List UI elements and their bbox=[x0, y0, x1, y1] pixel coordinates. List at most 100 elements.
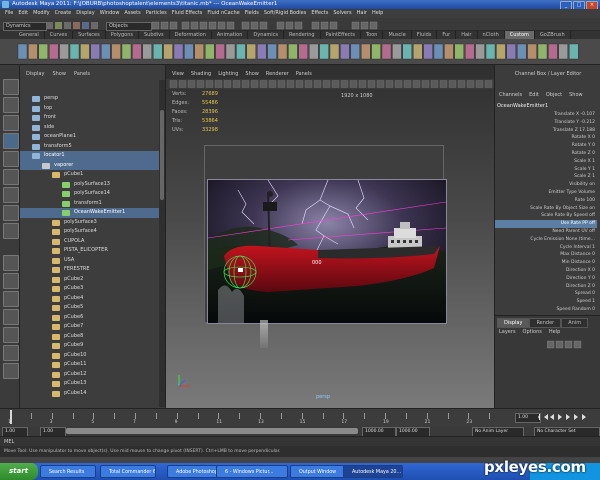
viewport-tool-icon[interactable] bbox=[313, 80, 322, 88]
channel-attribute[interactable]: Scale Rate By Object Size on bbox=[495, 205, 597, 213]
shelf-tab-polygons[interactable]: Polygons bbox=[106, 31, 139, 39]
shelf-tab-muscle[interactable]: Muscle bbox=[383, 31, 412, 39]
outliner-item[interactable]: pCube8 bbox=[20, 332, 160, 342]
manipulator-tool-icon[interactable] bbox=[3, 187, 19, 203]
viewport-tool-icon[interactable] bbox=[286, 80, 295, 88]
time-slider[interactable]: 1357911131517192123 1.00 bbox=[0, 408, 600, 426]
command-line[interactable]: MEL bbox=[0, 436, 600, 446]
channel-attribute[interactable]: Rotate Z 0 bbox=[495, 150, 597, 158]
shelf-tool-icon[interactable] bbox=[49, 43, 59, 60]
menu-display[interactable]: Display bbox=[76, 9, 94, 18]
layout-single-icon[interactable] bbox=[3, 255, 19, 271]
channel-attribute[interactable]: Scale Rate By Speed off bbox=[495, 212, 597, 220]
selection-mode-field[interactable]: Objects bbox=[106, 22, 152, 31]
viewport-menu-shading[interactable]: Shading bbox=[191, 70, 211, 79]
viewport-menu-lighting[interactable]: Lighting bbox=[218, 70, 238, 79]
shelf-tool-icon[interactable] bbox=[444, 43, 454, 60]
outliner-item[interactable]: FERESTRE bbox=[20, 265, 160, 275]
viewport-tool-icon[interactable] bbox=[331, 80, 340, 88]
viewport-tool-icon[interactable] bbox=[187, 80, 196, 88]
viewport-tool-icon[interactable] bbox=[241, 80, 250, 88]
taskbar-item[interactable]: Adobe Photoshop ... bbox=[167, 465, 223, 478]
menu-hair[interactable]: Hair bbox=[357, 9, 367, 18]
shelf-tab-hair[interactable]: Hair bbox=[456, 31, 478, 39]
shelf-tab-curves[interactable]: Curves bbox=[45, 31, 74, 39]
shelf-tool-icon[interactable] bbox=[402, 43, 412, 60]
shelf-tool-icon[interactable] bbox=[142, 43, 153, 60]
outliner-menu-display[interactable]: Display bbox=[26, 70, 44, 79]
shelf-tool-icon[interactable] bbox=[413, 43, 423, 60]
shelf-tool-icon[interactable] bbox=[80, 43, 90, 60]
viewport-tool-icon[interactable] bbox=[439, 80, 448, 88]
shelf-tool-icon[interactable] bbox=[225, 43, 236, 60]
shelf-tab-subdivs[interactable]: Subdivs bbox=[139, 31, 170, 39]
layer-tab-anim[interactable]: Anim bbox=[561, 318, 589, 328]
viewport-toolbar[interactable] bbox=[166, 79, 494, 89]
viewport-tool-icon[interactable] bbox=[394, 80, 403, 88]
viewport-tool-icon[interactable] bbox=[259, 80, 268, 88]
menu-help[interactable]: Help bbox=[372, 9, 383, 18]
outliner-item[interactable]: pCube2 bbox=[20, 275, 160, 285]
shelf-tool-icon[interactable] bbox=[350, 43, 360, 60]
viewport-tool-icon[interactable] bbox=[322, 80, 331, 88]
shelf-tool-icon[interactable] bbox=[496, 43, 506, 60]
shelf-tool-icon[interactable] bbox=[558, 43, 568, 60]
shelf-tool-icon[interactable] bbox=[361, 43, 371, 60]
shelf-tab-painteffects[interactable]: PaintEffects bbox=[321, 31, 361, 39]
viewport-tool-icon[interactable] bbox=[268, 80, 277, 88]
taskbar-item[interactable]: Search Results bbox=[40, 465, 96, 478]
scale-tool-icon[interactable] bbox=[3, 169, 19, 185]
viewport-tool-icon[interactable] bbox=[421, 80, 430, 88]
shelf-tool-icon[interactable] bbox=[569, 43, 579, 60]
layout-script-icon[interactable] bbox=[3, 363, 19, 379]
viewport-tool-icon[interactable] bbox=[295, 80, 304, 88]
outliner-item[interactable]: oceanPlane1 bbox=[20, 132, 160, 142]
outliner-item[interactable]: side bbox=[20, 123, 160, 133]
shelf-tool-icon[interactable] bbox=[298, 43, 308, 60]
shelf-tab-surfaces[interactable]: Surfaces bbox=[73, 31, 106, 39]
shelf-tool-icon[interactable] bbox=[329, 43, 340, 60]
outliner-menu-show[interactable]: Show bbox=[52, 70, 66, 79]
menu-soft-rigid-bodies[interactable]: Soft/Rigid Bodies bbox=[264, 9, 306, 18]
outliner-item[interactable]: pCube13 bbox=[20, 379, 160, 389]
viewport-tool-icon[interactable] bbox=[169, 80, 178, 88]
shelf-tool-icon[interactable] bbox=[537, 43, 548, 60]
channel-attribute[interactable]: Direction Y 0 bbox=[495, 275, 597, 283]
shelf-tool-icon[interactable] bbox=[381, 43, 392, 60]
channel-attribute[interactable]: Scale Y 1 bbox=[495, 166, 597, 174]
shelf-tool-icon[interactable] bbox=[152, 43, 163, 60]
shelf-tool-icon[interactable] bbox=[59, 43, 69, 60]
shelf-tool-icon[interactable] bbox=[309, 43, 319, 60]
outliner-item[interactable]: pCube1 bbox=[20, 170, 160, 180]
taskbar-item[interactable]: 6 - Windows Pictur... bbox=[216, 465, 288, 478]
taskbar-item[interactable]: Output Window bbox=[290, 465, 346, 478]
channel-attribute[interactable]: Max Distance 0 bbox=[495, 251, 597, 259]
outliner-item[interactable]: pCube5 bbox=[20, 303, 160, 313]
viewport-tool-icon[interactable] bbox=[196, 80, 205, 88]
perspective-viewport[interactable]: View Shading Lighting Show Renderer Panels Ve… bbox=[166, 65, 494, 408]
shelf-tool-icon[interactable] bbox=[485, 43, 496, 60]
outliner-item[interactable]: polySurface14 bbox=[20, 189, 160, 199]
outliner-item[interactable]: pCube10 bbox=[20, 351, 160, 361]
layout-outliner-icon[interactable] bbox=[3, 309, 19, 325]
layout-graph-icon[interactable] bbox=[3, 327, 19, 343]
channel-attribute[interactable]: Direction Z 0 bbox=[495, 283, 597, 291]
shelf-tab-custom[interactable]: Custom bbox=[504, 31, 535, 39]
shelf-tool-icon[interactable] bbox=[319, 43, 329, 60]
menu-particles[interactable]: Particles bbox=[146, 9, 167, 18]
channel-attribute[interactable]: Translate Y -0.212 bbox=[495, 119, 597, 127]
outliner-item[interactable]: pCube9 bbox=[20, 341, 160, 351]
menu-window[interactable]: Window bbox=[100, 9, 120, 18]
viewport-tool-icon[interactable] bbox=[304, 80, 313, 88]
shelf-tool-icon[interactable] bbox=[433, 43, 444, 60]
shelf-tool-icon[interactable] bbox=[194, 43, 205, 60]
shelf-tab-deformation[interactable]: Deformation bbox=[170, 31, 212, 39]
channel-attribute[interactable]: Spread 0 bbox=[495, 290, 597, 298]
soft-mod-icon[interactable] bbox=[3, 205, 19, 221]
channel-attribute[interactable]: Visibility on bbox=[495, 181, 597, 189]
shelf-tab-animation[interactable]: Animation bbox=[212, 31, 249, 39]
shelf-tool-icon[interactable] bbox=[121, 43, 132, 60]
taskbar-item[interactable]: Total Commander 6... bbox=[100, 465, 156, 478]
shelf-tool-icon[interactable] bbox=[465, 43, 475, 60]
layer-tab-render[interactable]: Render bbox=[529, 318, 562, 328]
